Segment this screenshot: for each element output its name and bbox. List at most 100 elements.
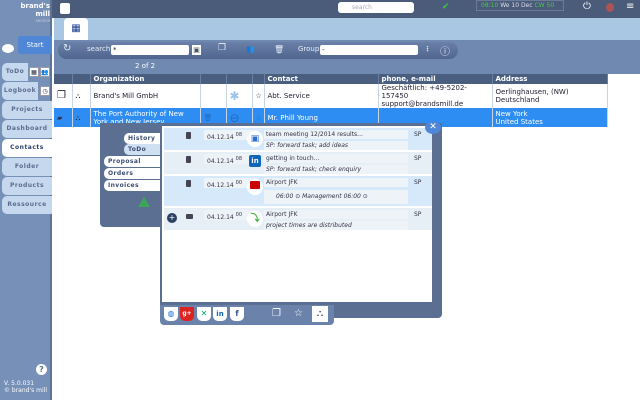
table-header: Organization Contact phone, e-mail Addre… (54, 74, 608, 84)
tab-history[interactable]: History (124, 133, 162, 144)
activity-note: SP: forward task; check enquiry (264, 165, 408, 174)
contact-card-icon: ▣ (247, 131, 263, 147)
sidebar-item-ressource[interactable]: Ressource (2, 196, 52, 214)
clock-panel: 08:10 We 10 Dec CW 50 (476, 0, 564, 11)
close-button[interactable]: ✕ (425, 121, 441, 134)
document-icon (186, 132, 191, 139)
top-bar: search ✔ 08:10 We 10 Dec CW 50 ⏻ ≡ (0, 0, 640, 18)
activity-user: SP (414, 179, 422, 186)
copy-icon[interactable]: ❐ (218, 43, 226, 53)
start-button[interactable]: Start (18, 36, 52, 54)
activity-title: Airport JFK (264, 178, 408, 187)
refresh-icon[interactable]: ↻ (63, 43, 71, 54)
linkedin-icon: in (249, 155, 261, 167)
org-chart-icon[interactable]: ⛬ (72, 108, 91, 127)
tab-invoices[interactable]: Invoices (104, 180, 162, 191)
activity-user: SP (414, 155, 422, 162)
trash-icon[interactable]: 🗑 (274, 45, 284, 54)
sidebar-item-logbook[interactable]: Logbook (2, 82, 38, 100)
chat-icon[interactable] (2, 44, 14, 53)
address-cell: New York United States (492, 108, 608, 127)
star-icon[interactable]: ☆ (294, 308, 303, 319)
tab-organizations[interactable]: ▦ (64, 18, 88, 40)
global-search-input[interactable]: search (338, 2, 414, 13)
contacts-table: Organization Contact phone, e-mail Addre… (54, 74, 608, 127)
logo-icon: ✱ (226, 84, 253, 108)
org-chart-icon[interactable]: ⛬ (72, 84, 91, 108)
activity-item[interactable]: + 04.12.14 00 ⤵ Airport JFK project time… (164, 208, 432, 232)
check-icon: ✔ (442, 2, 450, 12)
star-icon[interactable]: ☆ (252, 84, 265, 108)
project-icon: ⤵ (247, 211, 263, 227)
briefcase-icon (247, 179, 263, 195)
logo: brand's mill service (20, 2, 51, 23)
menu-icon[interactable]: ≡ (626, 1, 634, 12)
xing-icon[interactable]: ✕ (197, 307, 211, 321)
group-label: Group (298, 45, 320, 53)
linkedin-icon[interactable]: in (213, 307, 227, 321)
briefcase-icon (186, 214, 193, 219)
col-phone[interactable]: phone, e-mail (378, 74, 493, 84)
table-row[interactable]: ❐ ⛬ Brand's Mill GmbH ✱ ☆ Abt. Service G… (54, 84, 608, 108)
document-icon (186, 156, 191, 163)
google-plus-icon[interactable]: g+ (180, 307, 194, 321)
help-icon[interactable]: ? (36, 364, 47, 375)
activity-item[interactable]: 04.12.14 00 Airport JFK 06:00 ⊙ Manageme… (164, 176, 432, 208)
week: CW 50 (534, 2, 555, 9)
avatar[interactable] (606, 3, 614, 12)
search-toolbar: ↻ search * ▣ ❐ 👥 🗑 Group - ⋮ ⓘ (58, 42, 458, 59)
col-address[interactable]: Address (492, 74, 608, 84)
activity-item[interactable]: 04.12.14 08 in getting in touch... SP: f… (164, 152, 432, 176)
more-icon[interactable]: ⋮ (424, 45, 431, 53)
date: We 10 Dec (500, 2, 533, 9)
drive-icon[interactable] (138, 197, 150, 207)
sidebar-item-todo[interactable]: ToDo (2, 63, 28, 81)
info-icon[interactable]: ⓘ (440, 43, 450, 58)
sidebar-item-contacts[interactable]: Contacts (2, 139, 52, 157)
organization-cell: Brand's Mill GmbH (90, 84, 201, 108)
activity-user: SP (414, 211, 422, 218)
search-input[interactable]: * (111, 45, 189, 55)
activity-title: getting in touch... (264, 154, 408, 163)
sidebar-item-folder[interactable]: Folder (2, 158, 52, 176)
add-icon[interactable]: + (167, 213, 177, 223)
activity-note: SP: forward task; add ideas (264, 141, 408, 150)
social-bar: ◍ g+ ✕ in f ❐ ☆ ⛬ (160, 305, 334, 325)
sidebar-item-dashboard[interactable]: Dashboard (2, 120, 52, 138)
activity-note: project times are distributed (264, 221, 408, 230)
activity-list: 04.12.14 08 ▣ team meeting 12/2014 resul… (162, 126, 432, 302)
sidebar: brand's mill service Start ToDo ▦ 👥 Logbo… (0, 0, 52, 400)
tab-orders[interactable]: Orders (104, 168, 162, 179)
users-icon[interactable]: 👥 (246, 45, 255, 53)
org-chart-icon[interactable]: ⛬ (312, 306, 328, 322)
calendar-icon[interactable]: ▦ (29, 67, 39, 77)
sidebar-item-projects[interactable]: Projects (2, 101, 52, 119)
users-icon[interactable]: 👥 (40, 67, 50, 77)
group-input[interactable]: - (320, 45, 418, 55)
copy-icon[interactable]: ❐ (54, 84, 73, 108)
col-organization[interactable]: Organization (90, 74, 201, 84)
sidebar-item-products[interactable]: Products (2, 177, 52, 195)
globe-icon[interactable]: ◍ (164, 307, 178, 321)
copy-icon[interactable]: ❐ (272, 308, 281, 319)
version: V. 5.0.031 © brand's mill (4, 380, 47, 394)
activity-title: Airport JFK (264, 210, 408, 219)
time: 08:10 (481, 2, 499, 9)
building-icon: ▦ (71, 23, 81, 34)
tab-strip (54, 18, 640, 40)
tab-todo[interactable]: ToDo (124, 144, 162, 155)
contact-card-icon[interactable] (60, 3, 70, 14)
activity-item[interactable]: 04.12.14 08 ▣ team meeting 12/2014 resul… (164, 128, 432, 152)
contact-card-icon[interactable]: ▣ (192, 45, 201, 55)
document-icon (186, 180, 191, 187)
comment-icon[interactable]: ▰ (54, 108, 73, 127)
col-contact[interactable]: Contact (264, 74, 379, 84)
tab-proposal[interactable]: Proposal (104, 156, 162, 167)
record-count: 2 of 2 (135, 62, 156, 70)
search-label: search (87, 45, 111, 53)
detail-tabs-panel: History ToDo Proposal Orders Invoices (100, 123, 162, 227)
power-icon[interactable]: ⏻ (583, 1, 591, 12)
activity-title: team meeting 12/2014 results... (264, 130, 408, 139)
facebook-icon[interactable]: f (230, 307, 244, 321)
clock-icon[interactable]: ◷ (40, 86, 50, 96)
